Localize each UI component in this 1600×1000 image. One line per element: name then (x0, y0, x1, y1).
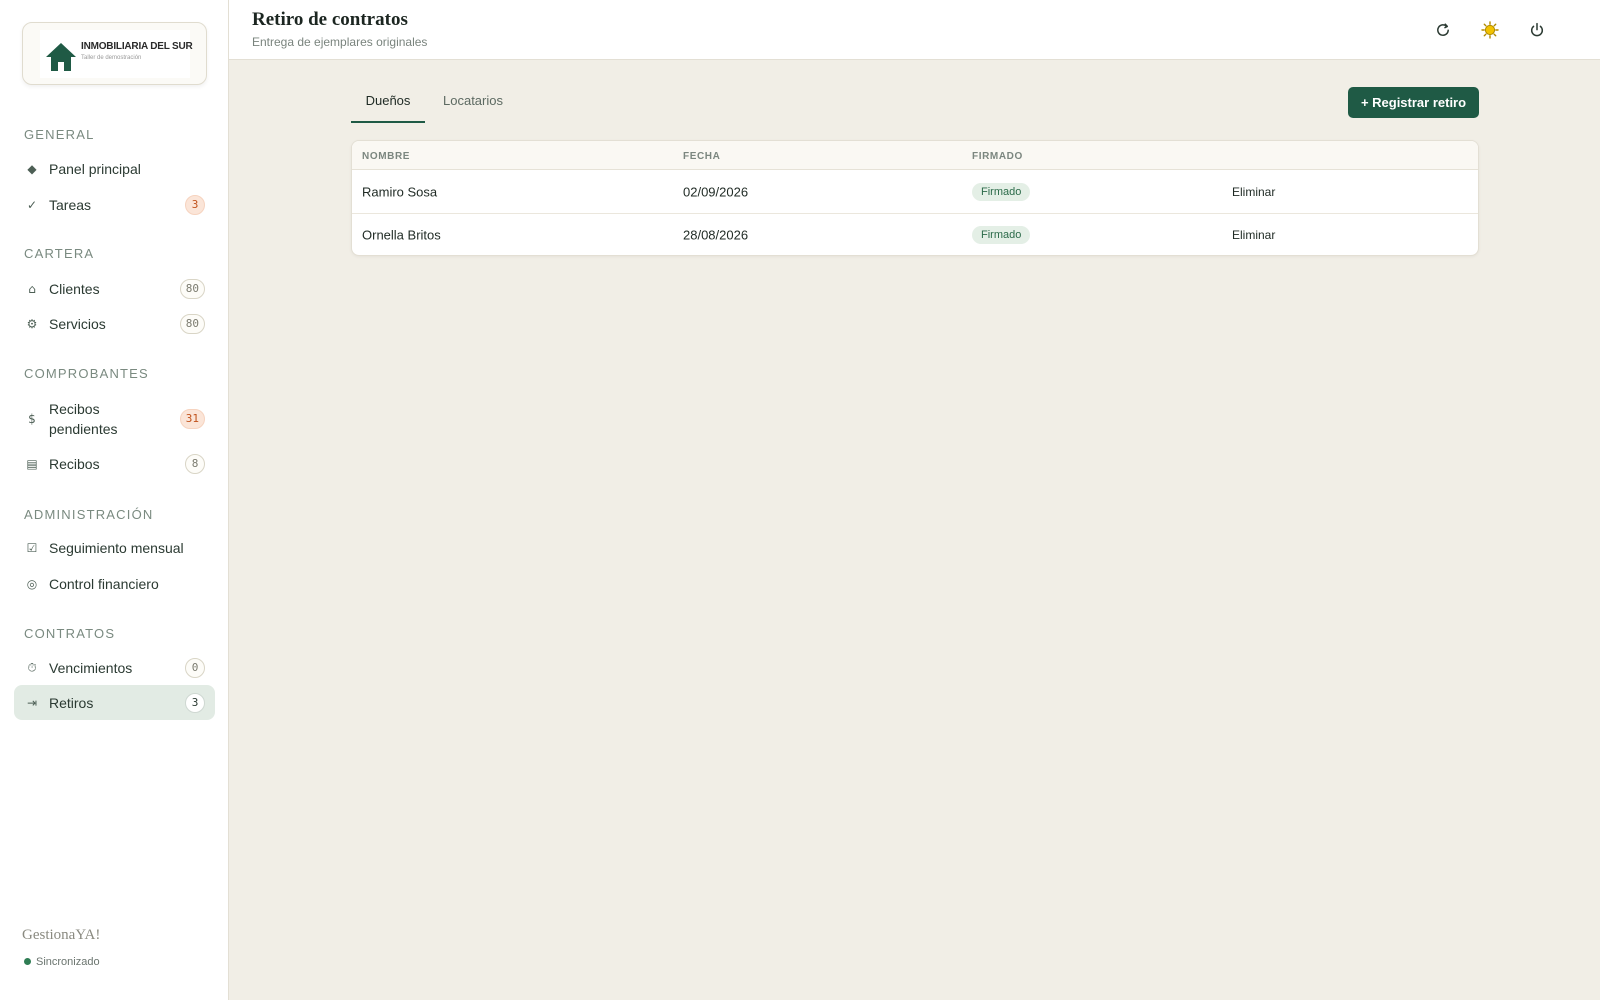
count-badge: 8 (185, 453, 205, 474)
sun-icon (1481, 21, 1499, 39)
refresh-button[interactable] (1432, 19, 1454, 41)
sidebar-item-label: Recibos pendientes (49, 401, 118, 437)
delete-button[interactable]: Eliminar (1232, 228, 1275, 242)
column-header-nombre: NOMBRE (362, 151, 411, 162)
sidebar-item-vencimientos[interactable]: ⏱ Vencimientos 0 (14, 650, 215, 685)
sync-status-label: Sincronizado (36, 956, 100, 968)
section-title-cartera: CARTERA (24, 246, 95, 261)
count-badge: 3 (185, 194, 205, 215)
table-row: Ornella Britos 28/08/2026 Firmado Elimin… (352, 213, 1478, 255)
register-retiro-button[interactable]: + Registrar retiro (1348, 87, 1479, 118)
section-title-comprobantes: COMPROBANTES (24, 366, 149, 381)
house-icon (46, 43, 76, 71)
sidebar-item-label: Seguimiento mensual (49, 539, 184, 556)
target-icon: ◎ (26, 576, 38, 591)
column-header-firmado: FIRMADO (972, 151, 1023, 162)
sidebar-item-label: Servicios (49, 315, 106, 332)
diamond-icon: ◆ (27, 161, 37, 176)
logo-title: INMOBILIARIA DEL SUR (81, 41, 193, 52)
receipt-icon: ▤ (26, 456, 38, 471)
logo-subtitle: Taller de demostración (81, 55, 142, 61)
sidebar-item-servicios[interactable]: ⚙ Servicios 80 (14, 306, 215, 341)
logout-button[interactable] (1526, 19, 1548, 41)
status-dot-icon (24, 958, 31, 965)
column-header-fecha: FECHA (683, 151, 721, 162)
sidebar-item-recibos[interactable]: ▤ Recibos 8 (14, 446, 215, 481)
sidebar-item-label: Recibos (49, 455, 100, 472)
table-row: Ramiro Sosa 02/09/2026 Firmado Eliminar (352, 170, 1478, 213)
exit-arrow-icon: ⇥ (26, 695, 38, 710)
count-badge: 80 (179, 278, 205, 299)
sidebar-item-label: Control financiero (49, 575, 159, 592)
count-badge: 0 (185, 657, 205, 678)
page-title: Retiro de contratos (252, 9, 408, 30)
status-badge: Firmado (972, 182, 1031, 201)
cell-fecha: 02/09/2026 (683, 184, 749, 199)
sidebar-item-label: Clientes (49, 280, 100, 297)
cell-nombre: Ramiro Sosa (362, 184, 438, 199)
sidebar-item-tareas[interactable]: ✓ Tareas 3 (14, 187, 215, 222)
section-title-contratos: CONTRATOS (24, 626, 116, 641)
stopwatch-icon: ⏱ (27, 660, 37, 674)
refresh-icon (1437, 23, 1449, 36)
count-badge: 3 (185, 692, 205, 713)
sidebar: INMOBILIARIA DEL SUR Taller de demostrac… (0, 0, 229, 1000)
company-logo[interactable]: INMOBILIARIA DEL SUR Taller de demostrac… (22, 22, 207, 85)
tab-duenos[interactable]: Dueños (351, 88, 425, 123)
gear-icon: ⚙ (26, 316, 38, 331)
sync-status: Sincronizado (24, 956, 100, 968)
page-subtitle: Entrega de ejemplares originales (252, 35, 428, 49)
checkbox-icon: ☑ (26, 540, 38, 555)
theme-toggle-button[interactable] (1479, 19, 1501, 41)
brand-name: GestionaYA! (22, 927, 101, 943)
sidebar-item-panel-principal[interactable]: ◆ Panel principal (14, 151, 215, 186)
sidebar-item-label: Tareas (49, 196, 92, 213)
delete-button[interactable]: Eliminar (1232, 185, 1275, 199)
logo-image: INMOBILIARIA DEL SUR Taller de demostrac… (40, 30, 193, 78)
sidebar-item-control-financiero[interactable]: ◎ Control financiero (14, 566, 215, 601)
section-title-general: GENERAL (24, 127, 95, 142)
sidebar-item-clientes[interactable]: ⌂ Clientes 80 (14, 271, 215, 306)
sidebar-item-recibos-pendientes[interactable]: $ Recibos pendientes 31 (14, 398, 215, 440)
sidebar-item-retiros[interactable]: ⇥ Retiros 3 (14, 685, 215, 720)
count-badge: 31 (179, 409, 205, 429)
count-badge: 80 (179, 313, 205, 334)
sidebar-item-label: Panel principal (49, 160, 141, 177)
sidebar-item-seguimiento-mensual[interactable]: ☑ Seguimiento mensual (14, 530, 215, 565)
cell-nombre: Ornella Britos (362, 227, 441, 243)
sidebar-item-label: Vencimientos (49, 659, 133, 676)
home-icon: ⌂ (28, 281, 36, 296)
section-title-administracion: ADMINISTRACIÓN (24, 507, 154, 522)
check-icon: ✓ (26, 197, 38, 212)
power-icon (1531, 22, 1543, 37)
retiros-table: NOMBRE FECHA FIRMADO Ramiro Sosa 02/09/2… (351, 140, 1479, 256)
tab-locatarios[interactable]: Locatarios (433, 88, 513, 123)
sidebar-item-label: Retiros (49, 694, 94, 711)
dollar-icon: $ (28, 412, 36, 426)
table-header: NOMBRE FECHA FIRMADO (352, 141, 1478, 170)
status-badge: Firmado (972, 226, 1031, 244)
top-header: Retiro de contratos Entrega de ejemplare… (229, 0, 1600, 60)
cell-fecha: 28/08/2026 (683, 227, 749, 243)
